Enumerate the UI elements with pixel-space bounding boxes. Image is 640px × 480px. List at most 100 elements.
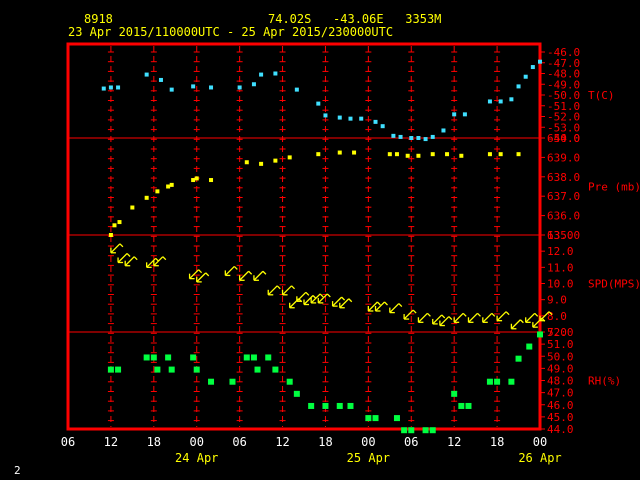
data-point [423,137,428,142]
data-point [393,415,400,422]
data-point [516,152,521,157]
wind-arrow-point [253,270,267,281]
data-point [144,195,149,200]
data-point [209,85,214,90]
data-point [316,101,321,106]
data-point [294,87,299,92]
wind-arrow-point [467,312,481,323]
data-point [458,402,465,409]
data-point [416,153,421,158]
data-point [401,427,408,434]
meteogram-chart: 06 12 18 00 06 12 18 00 06 12 18 00 24 Apr 25 Apr 26 A… [61,42,640,465]
data-point [508,378,515,385]
data-point [259,72,264,77]
data-point [462,112,467,117]
data-point [168,366,175,373]
data-point [237,85,242,90]
y-tick-label: 636.0 [547,210,580,223]
data-point [194,176,199,181]
data-point [108,233,113,237]
wind-arrow-point [124,256,138,267]
wind-arrow-point [267,285,281,296]
data-point [169,182,174,187]
data-point [422,427,429,434]
y-tick-label: 10.0 [547,278,574,291]
data-point [337,150,342,155]
y-tick-label: 637.0 [547,190,580,203]
x-tick-label: 12 [447,435,461,449]
data-point [265,354,272,361]
data-point [516,84,521,89]
data-point [352,150,357,155]
x-tick-label: 06 [61,435,75,449]
data-point [372,415,379,422]
data-point [465,402,472,409]
data-point [416,136,421,140]
wind-arrow-point [117,253,131,264]
data-point [441,128,446,133]
data-point [116,85,121,90]
data-point [208,378,215,385]
series-label: T(C) [588,89,615,102]
y-tick-label: 12.0 [547,245,574,258]
data-point [117,220,122,225]
x-tick-label: 18 [318,435,332,449]
data-point [251,82,256,87]
wind-arrow-point [510,319,524,330]
data-point [365,415,372,422]
data-point [287,155,292,160]
x-tick-label: 12 [104,435,118,449]
wind-arrow-point [289,298,303,309]
data-point [229,378,236,385]
data-point [459,153,464,158]
wind-arrow-point [317,293,331,304]
data-point [286,378,293,385]
data-point [243,354,250,361]
page-number: 2 [14,464,21,477]
wind-arrow-point [238,270,253,281]
wind-arrow-point [439,316,453,327]
wind-arrow-point [339,298,353,309]
y-tick-label: 52.0 [547,326,574,339]
data-point [430,152,435,157]
data-point [108,85,113,90]
data-point [209,178,214,183]
data-point [451,390,458,397]
y-tick-label: 640.0 [547,132,580,145]
data-point [130,205,135,210]
data-point [101,86,106,91]
x-tick-label: 18 [490,435,504,449]
data-point [166,184,171,189]
data-point [273,158,278,163]
data-point [308,402,315,409]
data-point [359,116,364,121]
data-point [538,59,542,64]
x-tick-label: 18 [147,435,161,449]
x-tick-label: 12 [275,435,289,449]
data-point [509,97,514,102]
data-point [150,354,157,361]
data-point [408,427,415,434]
y-tick-label: 13.0 [547,229,574,242]
x-tick-label: 06 [232,435,246,449]
data-point [452,112,457,117]
data-point [154,366,161,373]
data-point [387,152,392,157]
wind-arrow-point [417,312,431,323]
y-tick-label: 50.0 [547,350,574,363]
y-tick-label: 51.0 [547,338,574,351]
wind-arrow-point [110,243,124,254]
data-point [316,152,321,157]
wind-arrow-point [374,301,388,312]
data-point [398,134,403,139]
data-point [530,65,535,70]
x-tick-label: 00 [533,435,547,449]
wind-arrow-point [482,312,496,323]
data-point [526,343,533,350]
data-point [193,366,200,373]
data-point [155,189,160,194]
data-point [191,84,196,89]
y-tick-label: 44.0 [547,423,574,436]
wind-arrow-point [453,312,467,323]
wind-arrow-point [310,293,324,304]
